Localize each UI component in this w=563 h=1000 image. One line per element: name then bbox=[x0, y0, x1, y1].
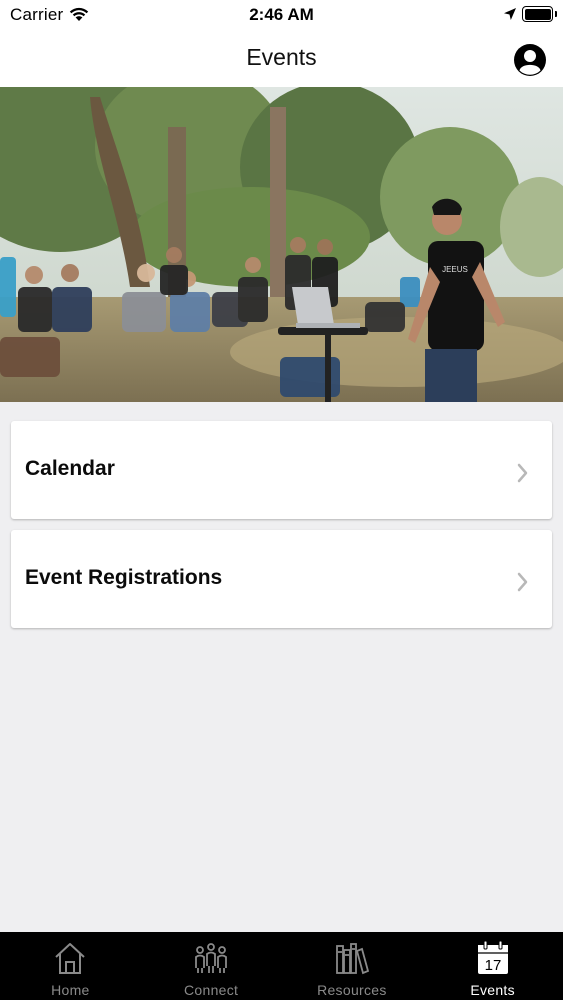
location-arrow-icon bbox=[504, 8, 516, 20]
chevron-right-icon bbox=[517, 463, 528, 483]
page-title: Events bbox=[246, 44, 317, 70]
people-icon bbox=[195, 943, 228, 973]
tab-home[interactable]: Home bbox=[0, 932, 141, 1000]
calendar-card[interactable]: Calendar bbox=[11, 421, 552, 519]
calendar-icon: 17 bbox=[477, 940, 508, 974]
home-icon bbox=[55, 943, 86, 974]
hero-image: JEEUS bbox=[0, 87, 563, 402]
tab-events-label: Events bbox=[470, 982, 515, 998]
status-bar: Carrier 2:46 AM bbox=[0, 0, 563, 30]
navigation-bar: Events bbox=[0, 30, 563, 87]
books-icon bbox=[335, 943, 369, 975]
battery-icon bbox=[522, 6, 553, 22]
tab-connect-label: Connect bbox=[184, 982, 239, 998]
calendar-date: 17 bbox=[484, 957, 501, 974]
event-registrations-label: Event Registrations bbox=[25, 566, 223, 589]
clock: 2:46 AM bbox=[249, 5, 314, 24]
tab-resources[interactable]: Resources bbox=[282, 932, 423, 1000]
event-registrations-card[interactable]: Event Registrations bbox=[11, 530, 552, 628]
profile-icon[interactable] bbox=[513, 43, 547, 77]
svg-text:JEEUS: JEEUS bbox=[442, 265, 468, 274]
tab-connect[interactable]: Connect bbox=[141, 932, 282, 1000]
tab-home-label: Home bbox=[51, 982, 90, 998]
tab-events[interactable]: 17 Events bbox=[422, 932, 563, 1000]
chevron-right-icon bbox=[517, 572, 528, 592]
calendar-label: Calendar bbox=[25, 457, 115, 480]
tab-resources-label: Resources bbox=[317, 982, 387, 998]
tab-bar: Home Connect Resources 17 Events bbox=[0, 932, 563, 1000]
